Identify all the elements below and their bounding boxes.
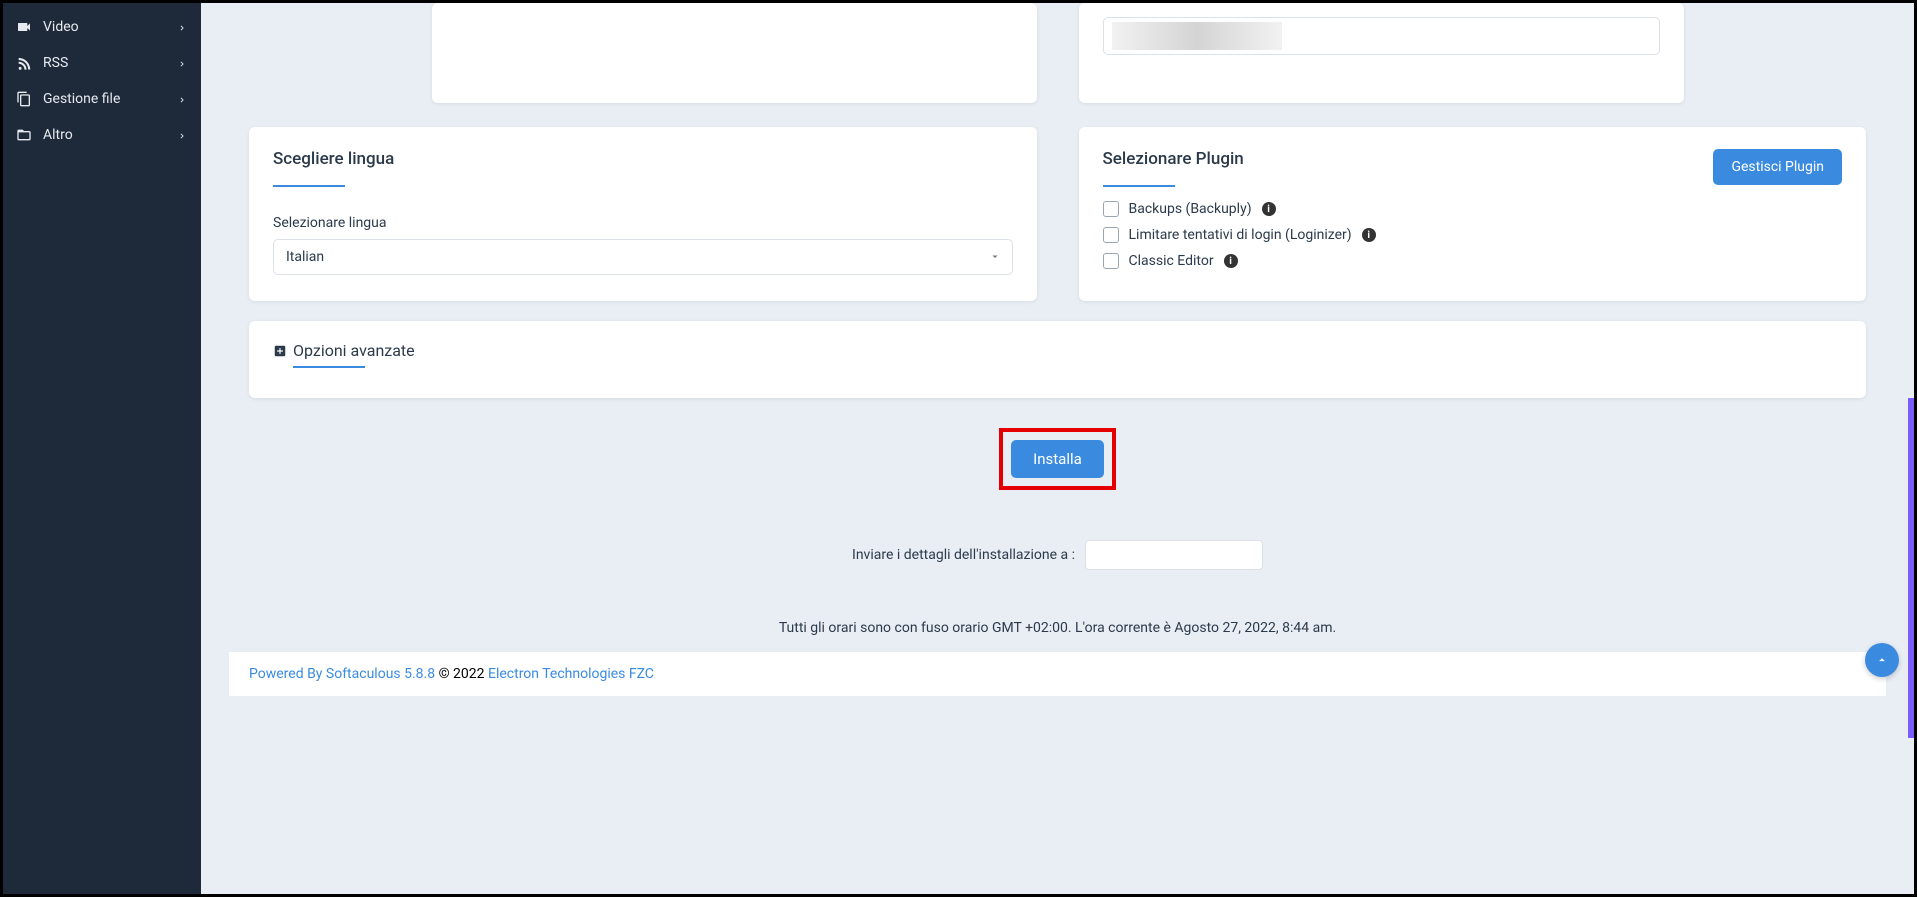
language-select[interactable]: Italian	[273, 239, 1013, 275]
top-left-card	[432, 3, 1037, 103]
install-button[interactable]: Installa	[1011, 440, 1104, 478]
info-icon[interactable]: i	[1262, 202, 1276, 216]
sidebar-item-video[interactable]: Video	[3, 9, 201, 45]
install-highlight-box: Installa	[999, 428, 1116, 490]
advanced-options-toggle[interactable]: Opzioni avanzate	[273, 341, 1842, 360]
plugin-label: Classic Editor	[1129, 253, 1214, 269]
install-email-row: Inviare i dettagli dell'installazione a …	[229, 540, 1886, 570]
plugin-checkbox-backups[interactable]	[1103, 201, 1119, 217]
install-email-label: Inviare i dettagli dell'installazione a …	[852, 547, 1075, 563]
top-right-card	[1079, 3, 1684, 103]
top-right-input[interactable]	[1103, 17, 1660, 55]
skeleton-placeholder	[1112, 22, 1282, 50]
title-underline	[1103, 185, 1175, 187]
footer-copyright: © 2022	[435, 666, 488, 682]
info-icon[interactable]: i	[1362, 228, 1376, 242]
sidebar: Video RSS Gestione file Altro	[3, 3, 201, 894]
install-email-input[interactable]	[1085, 540, 1263, 570]
sidebar-item-other[interactable]: Altro	[3, 117, 201, 153]
chevron-right-icon	[177, 93, 189, 105]
file-manager-icon	[15, 90, 33, 108]
title-underline	[293, 366, 365, 368]
language-card-title: Scegliere lingua	[273, 149, 1013, 179]
main-content: Scegliere lingua Selezionare lingua Ital…	[201, 3, 1914, 894]
info-icon[interactable]: i	[1224, 254, 1238, 268]
chevron-right-icon	[177, 21, 189, 33]
language-label: Selezionare lingua	[273, 215, 1013, 231]
manage-plugins-button[interactable]: Gestisci Plugin	[1713, 149, 1842, 185]
video-icon	[15, 18, 33, 36]
company-link[interactable]: Electron Technologies FZC	[488, 666, 654, 682]
advanced-options-card: Opzioni avanzate	[249, 321, 1866, 398]
plugin-label: Backups (Backuply)	[1129, 201, 1252, 217]
lang-plugin-row: Scegliere lingua Selezionare lingua Ital…	[229, 127, 1886, 301]
language-card: Scegliere lingua Selezionare lingua Ital…	[249, 127, 1037, 301]
chevron-right-icon	[177, 129, 189, 141]
plugin-row-backups: Backups (Backuply) i	[1103, 201, 1843, 217]
timezone-info: Tutti gli orari sono con fuso orario GMT…	[229, 600, 1886, 652]
plugin-card: Selezionare Plugin Gestisci Plugin Backu…	[1079, 127, 1867, 301]
plugin-card-title: Selezionare Plugin	[1103, 149, 1244, 179]
arrow-up-icon	[1875, 653, 1889, 667]
content-area: Scegliere lingua Selezionare lingua Ital…	[201, 3, 1914, 894]
sidebar-item-rss[interactable]: RSS	[3, 45, 201, 81]
title-underline	[273, 185, 345, 187]
install-button-wrap: Installa	[229, 428, 1886, 490]
folder-open-icon	[15, 126, 33, 144]
powered-by-link[interactable]: Powered By Softaculous 5.8.8	[249, 666, 435, 682]
scroll-to-top-button[interactable]	[1865, 643, 1899, 677]
sidebar-item-label: Gestione file	[43, 91, 120, 107]
advanced-options-label: Opzioni avanzate	[293, 341, 415, 360]
plugin-label: Limitare tentativi di login (Loginizer)	[1129, 227, 1352, 243]
plugin-checkbox-loginizer[interactable]	[1103, 227, 1119, 243]
plugin-checkbox-classic-editor[interactable]	[1103, 253, 1119, 269]
scrollbar-indicator[interactable]	[1908, 398, 1914, 738]
footer-bar: Powered By Softaculous 5.8.8 © 2022 Elec…	[229, 652, 1886, 696]
plugin-row-classic-editor: Classic Editor i	[1103, 253, 1843, 269]
sidebar-item-file-manager[interactable]: Gestione file	[3, 81, 201, 117]
sidebar-item-label: Video	[43, 19, 79, 35]
sidebar-item-label: Altro	[43, 127, 73, 143]
plugin-row-loginizer: Limitare tentativi di login (Loginizer) …	[1103, 227, 1843, 243]
sidebar-item-label: RSS	[43, 55, 68, 71]
rss-icon	[15, 54, 33, 72]
plus-square-icon	[273, 344, 287, 358]
chevron-right-icon	[177, 57, 189, 69]
top-row	[229, 3, 1886, 103]
